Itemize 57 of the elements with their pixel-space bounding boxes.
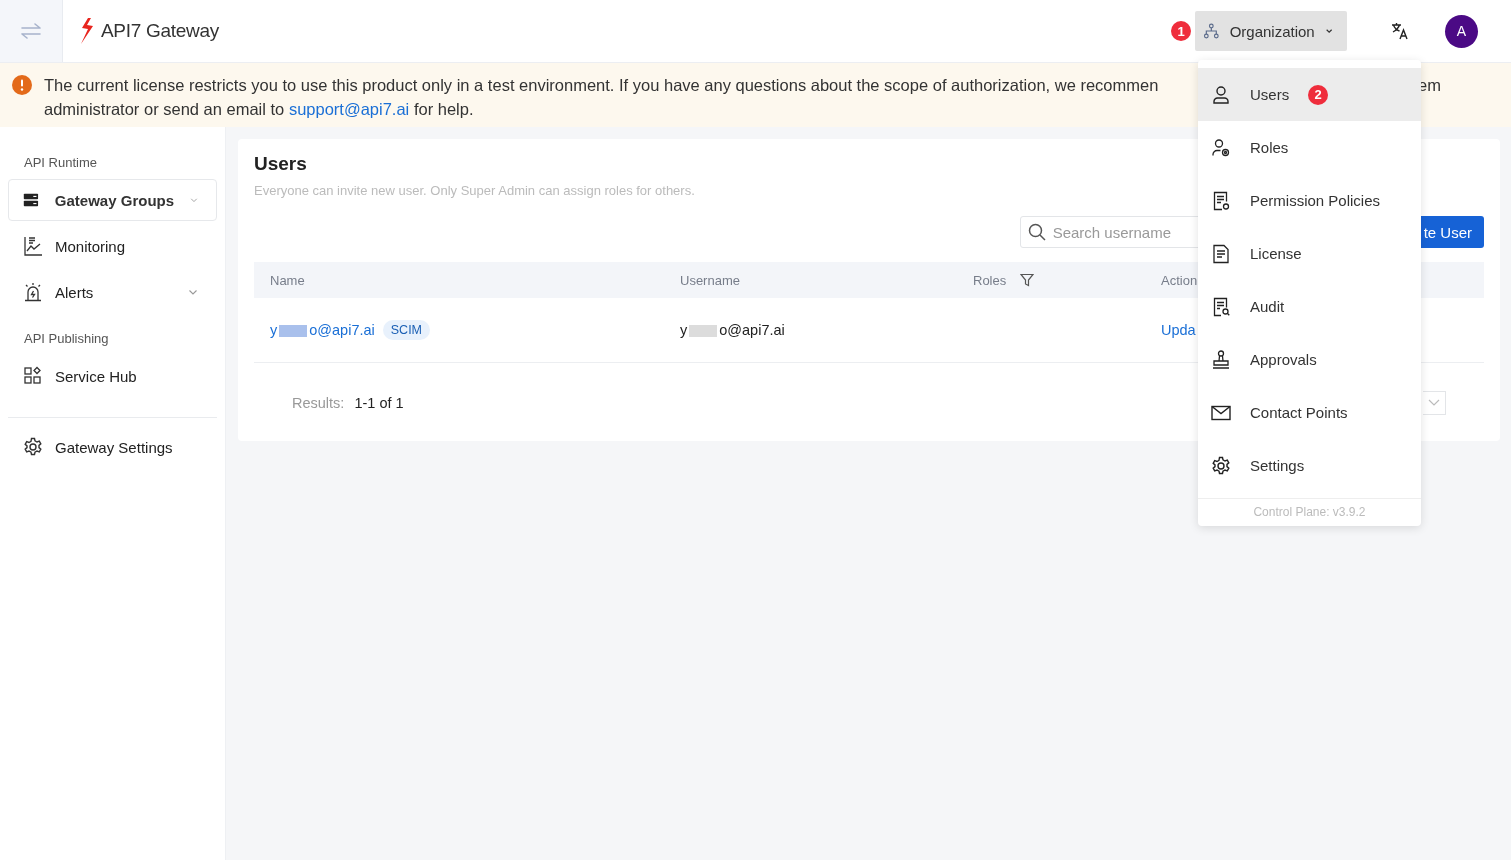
sidebar-item[interactable]: Gateway Groups (8, 179, 217, 221)
server-icon (23, 191, 39, 209)
chevron-down-icon (1428, 399, 1440, 407)
hierarchy-icon (1203, 21, 1220, 41)
count-badge: 1 (1171, 21, 1191, 41)
menu-item[interactable]: Users 2 (1198, 68, 1421, 121)
user-icon (1211, 84, 1231, 105)
sidebar-item[interactable]: Alerts (8, 271, 217, 313)
menu-item[interactable]: Approvals (1198, 333, 1421, 386)
results-count: 1-1 of 1 (354, 395, 404, 411)
warning-icon (12, 75, 32, 95)
step-badge: 2 (1308, 84, 1329, 105)
column-header: Name (270, 272, 305, 288)
user-gear-icon (1211, 137, 1231, 158)
line-chart-icon (23, 236, 43, 256)
chevron-down-icon (188, 287, 198, 297)
filter-icon[interactable] (1020, 273, 1035, 287)
stamp-icon (1211, 349, 1231, 370)
translate-icon[interactable] (1391, 22, 1409, 40)
user-name-link[interactable]: y o@api7.ai (270, 322, 375, 338)
app-title: API7 Gateway (101, 20, 219, 42)
column-header: Username (680, 272, 740, 288)
scim-tag: SCIM (382, 320, 430, 340)
support-email-link[interactable]: support@api7.ai (288, 100, 410, 118)
results-label: Results: (292, 395, 345, 411)
chevron-down-icon (190, 195, 198, 205)
sidebar-item[interactable]: Monitoring (8, 225, 217, 267)
update-link[interactable]: Upda (1161, 322, 1196, 338)
document-gear-icon (1211, 190, 1231, 211)
username-cell: y o@api7.ai (680, 322, 785, 338)
settings-icon (23, 437, 43, 457)
warning-text: The current license restricts you to use this product only in a test environment. If you have any questions about the scope of authorization, we recommen (44, 75, 1159, 96)
grid-icon (23, 366, 43, 386)
menu-item[interactable]: Roles (1198, 121, 1421, 174)
column-header: Roles (973, 272, 1007, 288)
document-search-icon (1211, 296, 1231, 317)
page-subtitle: Everyone can invite new user. Only Super Admin can assign roles for others. (254, 183, 696, 198)
swap-arrows-icon (20, 22, 42, 40)
settings-icon (1211, 455, 1231, 476)
mail-icon (1211, 404, 1231, 421)
sidebar-toggle-button[interactable] (0, 0, 63, 62)
menu-item[interactable]: Settings (1198, 439, 1421, 492)
section-heading: API Publishing (23, 331, 110, 346)
menu-item[interactable]: Contact Points (1198, 386, 1421, 439)
version-text: Control Plane: v3.9.2 (1198, 498, 1421, 526)
sidebar-item[interactable]: Gateway Settings (8, 426, 217, 468)
document-icon (1211, 243, 1231, 264)
warning-text: administrator or send an email to support@api7.ai for help. (44, 99, 475, 120)
alarm-light-icon (23, 282, 43, 302)
page-title: Users (254, 153, 308, 175)
sidebar-item[interactable]: Service Hub (8, 355, 217, 397)
user-avatar[interactable]: A (1445, 14, 1478, 48)
menu-item[interactable]: Audit (1198, 280, 1421, 333)
section-heading: API Runtime (23, 155, 98, 170)
organization-dropdown-button[interactable]: Organization (1195, 11, 1347, 51)
lightning-logo-icon (79, 18, 95, 44)
column-header: Action (1161, 272, 1198, 288)
